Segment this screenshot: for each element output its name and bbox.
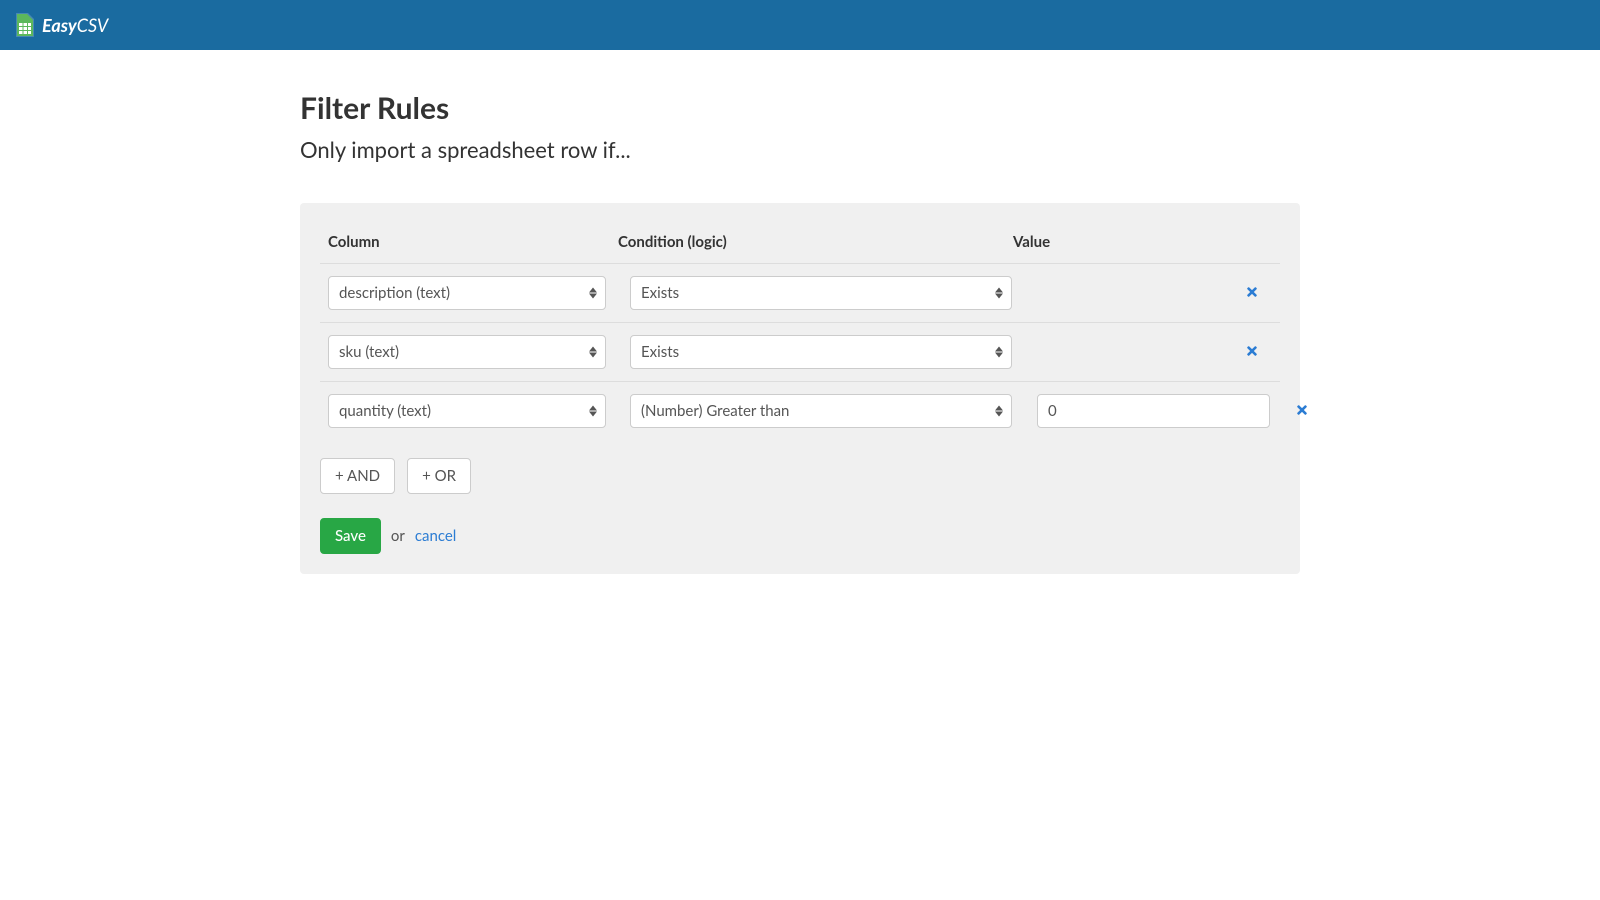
- column-select[interactable]: description (text): [328, 276, 606, 310]
- or-text: or: [391, 527, 405, 545]
- save-button[interactable]: Save: [320, 518, 381, 554]
- select-arrows-icon: [995, 406, 1003, 417]
- filter-panel: Column Condition (logic) Value descripti…: [300, 203, 1300, 574]
- brand-logo[interactable]: EasyCSV: [14, 13, 108, 37]
- select-arrows-icon: [589, 347, 597, 358]
- column-select[interactable]: sku (text): [328, 335, 606, 369]
- header-column: Column: [328, 233, 618, 251]
- column-select-value: sku (text): [339, 343, 399, 361]
- select-arrows-icon: [589, 288, 597, 299]
- header-value: Value: [1013, 233, 1272, 251]
- action-row: Save or cancel: [320, 518, 1280, 554]
- filter-table: Column Condition (logic) Value descripti…: [320, 223, 1280, 440]
- spreadsheet-icon: [14, 13, 34, 37]
- topbar: EasyCSV: [0, 0, 1600, 50]
- cancel-link[interactable]: cancel: [415, 527, 456, 545]
- page-title: Filter Rules: [300, 90, 1300, 126]
- condition-select[interactable]: Exists: [630, 335, 1012, 369]
- condition-select-value: (Number) Greater than: [641, 402, 789, 420]
- value-input[interactable]: [1037, 394, 1270, 428]
- delete-row-button[interactable]: [1245, 284, 1259, 303]
- condition-select-value: Exists: [641, 284, 679, 302]
- add-button-row: + AND + OR: [320, 458, 1280, 494]
- main-container: Filter Rules Only import a spreadsheet r…: [300, 50, 1300, 614]
- filter-row: quantity (text) (Number) Greater than: [320, 382, 1280, 440]
- column-select-value: description (text): [339, 284, 450, 302]
- header-condition: Condition (logic): [618, 233, 1013, 251]
- select-arrows-icon: [995, 288, 1003, 299]
- brand-text: EasyCSV: [42, 14, 108, 36]
- select-arrows-icon: [589, 406, 597, 417]
- table-header: Column Condition (logic) Value: [320, 223, 1280, 264]
- page-subtitle: Only import a spreadsheet row if...: [300, 136, 1300, 163]
- select-arrows-icon: [995, 347, 1003, 358]
- column-select[interactable]: quantity (text): [328, 394, 606, 428]
- delete-row-button[interactable]: [1245, 343, 1259, 362]
- condition-select[interactable]: Exists: [630, 276, 1012, 310]
- add-or-button[interactable]: + OR: [407, 458, 471, 494]
- condition-select[interactable]: (Number) Greater than: [630, 394, 1012, 428]
- filter-row: sku (text) Exists: [320, 323, 1280, 382]
- filter-row: description (text) Exists: [320, 264, 1280, 323]
- add-and-button[interactable]: + AND: [320, 458, 395, 494]
- column-select-value: quantity (text): [339, 402, 431, 420]
- condition-select-value: Exists: [641, 343, 679, 361]
- delete-row-button[interactable]: [1295, 402, 1309, 421]
